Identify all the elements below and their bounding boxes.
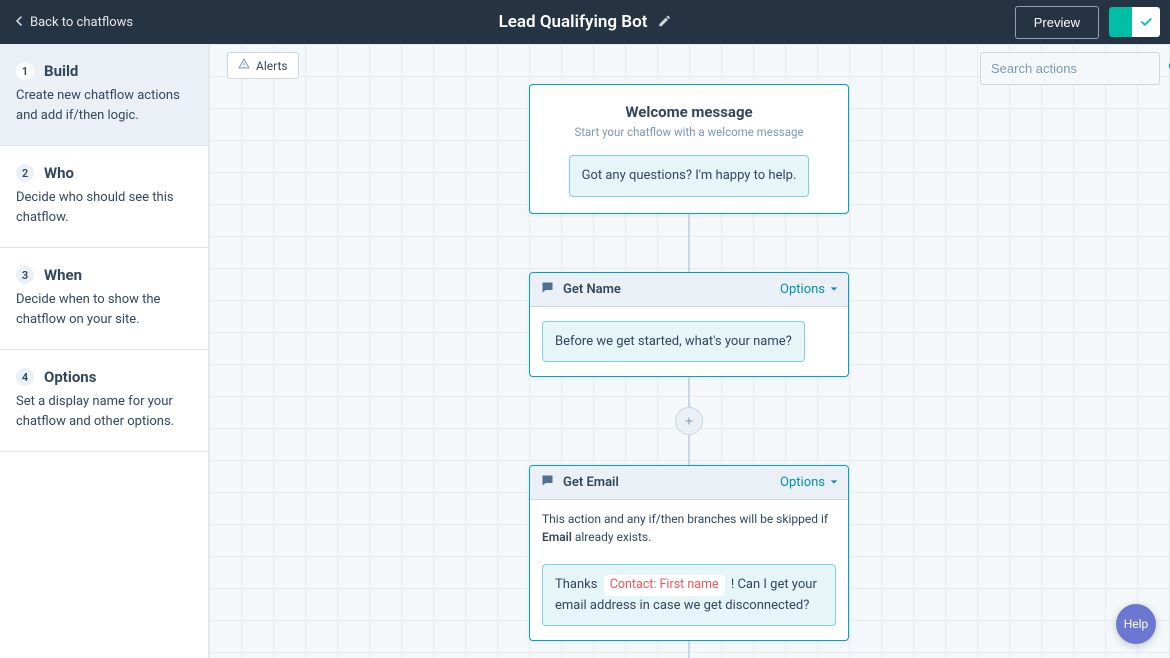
welcome-card[interactable]: Welcome message Start your chatflow with… <box>529 84 849 214</box>
title-group: Lead Qualifying Bot <box>499 12 672 32</box>
options-label: Options <box>780 475 825 490</box>
step-number: 1 <box>16 62 34 80</box>
help-label: Help <box>1124 617 1149 631</box>
contact-first-name-token: Contact: First name <box>604 575 725 596</box>
warning-icon <box>238 58 250 73</box>
toggle-handle <box>1132 7 1160 37</box>
header-right: Preview <box>1015 6 1160 39</box>
sidebar-step-options[interactable]: 4 Options Set a display name for your ch… <box>0 350 208 452</box>
card-header: Get Name Options <box>530 273 848 307</box>
toggle-track <box>1109 7 1132 37</box>
preview-button[interactable]: Preview <box>1015 6 1099 39</box>
main: 1 Build Create new chatflow actions and … <box>0 44 1170 658</box>
alerts-label: Alerts <box>256 59 288 73</box>
get-email-bubble: Thanks Contact: First name ! Can I get y… <box>542 564 836 626</box>
app-header: Back to chatflows Lead Qualifying Bot Pr… <box>0 0 1170 44</box>
step-number: 4 <box>16 368 34 386</box>
sidebar-step-who[interactable]: 2 Who Decide who should see this chatflo… <box>0 146 208 248</box>
step-number: 2 <box>16 164 34 182</box>
canvas[interactable]: Alerts Welcome message Start your chatfl… <box>209 44 1170 658</box>
card-options-button[interactable]: Options <box>780 475 838 490</box>
get-name-bubble: Before we get started, what's your name? <box>542 321 805 363</box>
sidebar: 1 Build Create new chatflow actions and … <box>0 44 209 658</box>
connector <box>688 435 690 465</box>
publish-toggle[interactable] <box>1109 7 1160 37</box>
connector <box>688 214 690 272</box>
card-title: Get Name <box>563 282 621 297</box>
step-title: When <box>44 266 82 284</box>
card-title: Get Email <box>563 475 619 490</box>
add-action-button[interactable] <box>675 407 703 435</box>
chat-icon <box>540 473 555 492</box>
page-title: Lead Qualifying Bot <box>499 12 648 32</box>
edit-title-button[interactable] <box>657 13 671 32</box>
welcome-title: Welcome message <box>544 103 834 121</box>
step-desc: Create new chatflow actions and add if/t… <box>16 86 192 125</box>
get-name-card[interactable]: Get Name Options Before we get started, … <box>529 272 849 378</box>
step-title: Who <box>44 164 74 182</box>
step-number: 3 <box>16 266 34 284</box>
sidebar-step-when[interactable]: 3 When Decide when to show the chatflow … <box>0 248 208 350</box>
step-title: Build <box>44 62 78 80</box>
connector <box>688 641 690 658</box>
welcome-subtitle: Start your chatflow with a welcome messa… <box>544 125 834 139</box>
alerts-button[interactable]: Alerts <box>227 52 299 79</box>
sidebar-step-build[interactable]: 1 Build Create new chatflow actions and … <box>0 44 208 146</box>
step-desc: Decide who should see this chatflow. <box>16 188 192 227</box>
card-options-button[interactable]: Options <box>780 282 838 297</box>
card-header: Get Email Options <box>530 466 848 500</box>
search-input[interactable] <box>991 61 1167 76</box>
chevron-left-icon <box>14 15 24 30</box>
get-email-card[interactable]: Get Email Options This action and any if… <box>529 465 849 641</box>
step-desc: Set a display name for your chatflow and… <box>16 392 192 431</box>
help-button[interactable]: Help <box>1116 604 1156 644</box>
flow: Welcome message Start your chatflow with… <box>529 84 849 658</box>
step-title: Options <box>44 368 96 386</box>
search-actions[interactable] <box>980 52 1160 85</box>
skip-notice: This action and any if/then branches wil… <box>530 500 848 550</box>
back-to-chatflows-link[interactable]: Back to chatflows <box>14 15 133 30</box>
step-desc: Decide when to show the chatflow on your… <box>16 290 192 329</box>
caret-down-icon <box>830 475 838 490</box>
back-label: Back to chatflows <box>30 15 133 30</box>
caret-down-icon <box>830 282 838 297</box>
connector <box>688 377 690 407</box>
welcome-bubble: Got any questions? I'm happy to help. <box>569 155 810 197</box>
chat-icon <box>540 280 555 299</box>
options-label: Options <box>780 282 825 297</box>
